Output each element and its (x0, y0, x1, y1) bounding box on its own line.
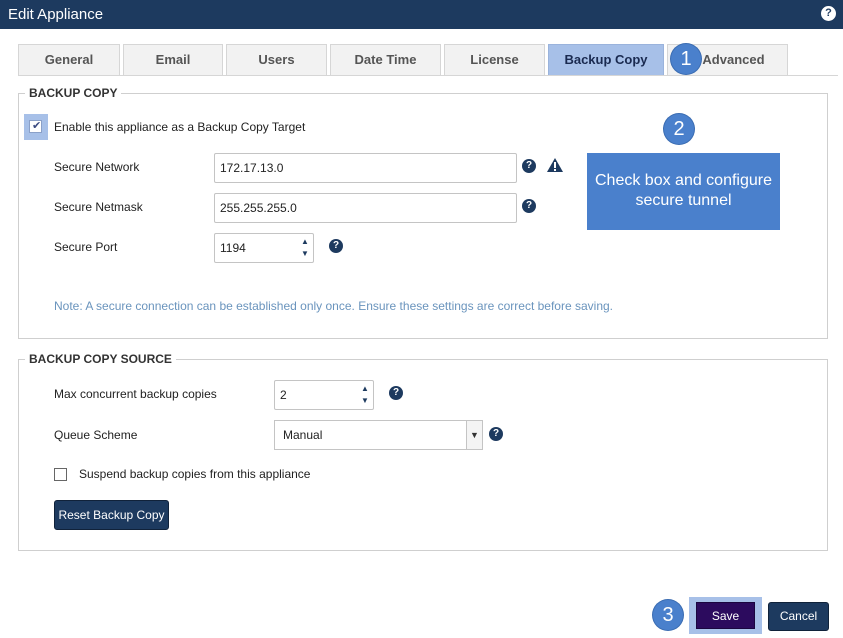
save-button[interactable]: Save (696, 602, 755, 629)
save-button-highlight: Save (689, 597, 762, 634)
secure-port-label: Secure Port (54, 240, 118, 254)
window-title: Edit Appliance (8, 6, 104, 23)
tab-email[interactable]: Email (123, 44, 223, 76)
enable-backup-target-label: Enable this appliance as a Backup Copy T… (54, 120, 306, 134)
queue-scheme-value: Manual (283, 428, 323, 442)
instruction-callout: Check box and configure secure tunnel (587, 153, 780, 230)
suspend-backup-checkbox[interactable] (54, 468, 67, 481)
reset-backup-copy-button[interactable]: Reset Backup Copy (54, 500, 169, 530)
secure-netmask-input[interactable]: 255.255.255.0 (214, 193, 517, 223)
checkmark-icon: ✔ (32, 120, 42, 132)
secure-network-label: Secure Network (54, 160, 140, 174)
max-concurrent-value: 2 (280, 388, 287, 402)
enable-backup-target-checkbox[interactable]: ✔ (29, 120, 42, 133)
tab-backup-copy[interactable]: Backup Copy (548, 44, 664, 76)
backup-copy-legend: BACKUP COPY (25, 86, 122, 100)
tab-date-time[interactable]: Date Time (330, 44, 441, 76)
spin-arrows-icon[interactable]: ▲ ▼ (360, 383, 370, 407)
title-bar: Edit Appliance ? (0, 0, 843, 29)
secure-port-value: 1194 (220, 241, 246, 255)
tab-users[interactable]: Users (226, 44, 327, 76)
enable-checkbox-highlight: ✔ (24, 114, 48, 140)
tab-license[interactable]: License (444, 44, 545, 76)
max-concurrent-label: Max concurrent backup copies (54, 387, 217, 401)
spin-arrows-icon[interactable]: ▲ ▼ (300, 236, 310, 260)
secure-port-input[interactable]: 1194 ▲ ▼ (214, 233, 314, 263)
warning-triangle-icon (547, 158, 563, 172)
help-icon[interactable]: ? (821, 6, 836, 21)
secure-netmask-help-icon[interactable]: ? (522, 199, 536, 213)
max-concurrent-help-icon[interactable]: ? (389, 386, 403, 400)
step-1-callout: 1 (671, 44, 701, 74)
secure-netmask-label: Secure Netmask (54, 200, 143, 214)
secure-port-help-icon[interactable]: ? (329, 239, 343, 253)
tab-general[interactable]: General (18, 44, 120, 76)
step-2-callout: 2 (664, 114, 694, 144)
chevron-down-icon[interactable]: ▼ (466, 421, 482, 449)
max-concurrent-input[interactable]: 2 ▲ ▼ (274, 380, 374, 410)
suspend-backup-label: Suspend backup copies from this applianc… (79, 467, 311, 481)
secure-network-input[interactable]: 172.17.13.0 (214, 153, 517, 183)
cancel-button[interactable]: Cancel (768, 602, 829, 631)
queue-scheme-select[interactable]: Manual ▼ (274, 420, 483, 450)
queue-scheme-label: Queue Scheme (54, 428, 138, 442)
tab-divider (18, 75, 838, 76)
secure-connection-note: Note: A secure connection can be establi… (54, 299, 614, 313)
backup-copy-source-legend: BACKUP COPY SOURCE (25, 352, 176, 366)
secure-network-help-icon[interactable]: ? (522, 159, 536, 173)
queue-scheme-help-icon[interactable]: ? (489, 427, 503, 441)
step-3-callout: 3 (653, 600, 683, 630)
